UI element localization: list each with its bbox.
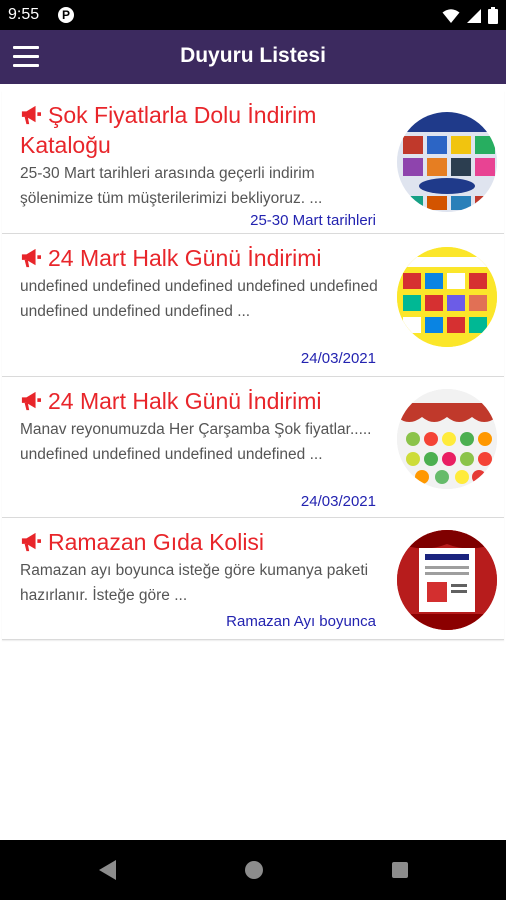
announcement-body: undefined undefined undefined undefined … xyxy=(20,278,378,320)
announcement-thumbnail xyxy=(397,389,497,489)
wifi-icon xyxy=(442,8,460,23)
announcement-title: Ramazan Gıda Kolisi xyxy=(20,527,380,557)
announcement-date: 24/03/2021 xyxy=(300,493,376,510)
announcement-card[interactable]: 24 Mart Halk Günü İndirimi Manav reyonum… xyxy=(2,377,504,518)
system-navigation-bar xyxy=(0,840,506,900)
signal-icon xyxy=(467,8,481,23)
announcement-date: 25-30 Mart tarihleri xyxy=(250,212,376,229)
status-bar: 9:55 P xyxy=(0,0,506,30)
status-time: 9:55 xyxy=(8,6,40,23)
app-bar: Duyuru Listesi xyxy=(0,30,506,84)
megaphone-icon xyxy=(21,248,41,268)
announcement-card[interactable]: Şok Fiyatlarla Dolu İndirim Kataloğu 25-… xyxy=(2,91,504,234)
megaphone-icon xyxy=(21,391,41,411)
home-circle-icon[interactable] xyxy=(243,858,265,882)
battery-icon xyxy=(488,7,498,24)
announcement-thumbnail xyxy=(397,530,497,630)
announcement-title: 24 Mart Halk Günü İndirimi xyxy=(20,243,380,273)
announcement-card[interactable]: 24 Mart Halk Günü İndirimi undefined und… xyxy=(2,234,504,377)
announcement-card[interactable]: Ramazan Gıda Kolisi Ramazan ayı boyunca … xyxy=(2,518,504,640)
announcement-title: Şok Fiyatlarla Dolu İndirim Kataloğu xyxy=(20,102,317,158)
back-triangle-icon[interactable] xyxy=(96,858,118,882)
page-title: Duyuru Listesi xyxy=(180,44,326,67)
announcement-body: Manav reyonumuzda Her Çarşamba Şok fiyat… xyxy=(20,421,372,463)
announcement-date: 24/03/2021 xyxy=(300,350,376,367)
announcement-thumbnail xyxy=(397,112,497,212)
recents-square-icon[interactable] xyxy=(389,858,411,882)
announcement-body: Ramazan ayı boyunca isteğe göre kumanya … xyxy=(20,562,369,604)
megaphone-icon xyxy=(21,105,41,125)
announcement-thumbnail xyxy=(397,247,497,347)
announcement-date: Ramazan Ayı boyunca xyxy=(226,613,376,630)
announcement-body: 25-30 Mart tarihleri arasında geçerli in… xyxy=(20,165,323,207)
megaphone-icon xyxy=(21,532,41,552)
app-notification-icon: P xyxy=(58,7,74,23)
announcement-title: 24 Mart Halk Günü İndirimi xyxy=(20,386,380,416)
